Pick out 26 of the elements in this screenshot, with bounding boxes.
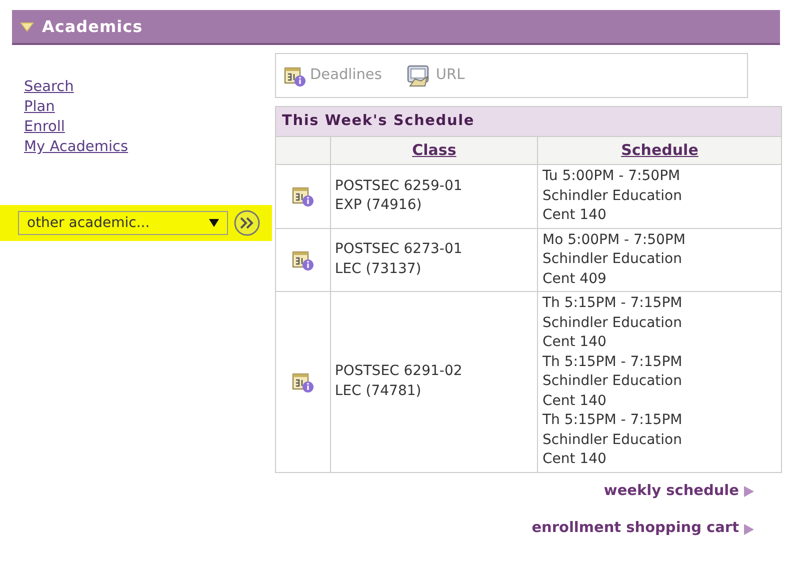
table-cell: POSTSEC 6273-01 LEC (73137) [330, 228, 538, 292]
table-cell: POSTSEC 6291-02 LEC (74781) [330, 292, 538, 472]
dropdown[interactable]: other academic... [18, 211, 228, 235]
arrow-icon [743, 522, 755, 536]
table-title: This Week's Schedule [276, 106, 782, 136]
table-cell: POSTSEC 6259-01 EXP (74916) [330, 164, 538, 228]
nav-link[interactable]: Enroll [24, 117, 65, 137]
nav-link[interactable]: Search [24, 77, 74, 97]
calendar-info-icon [292, 248, 314, 271]
calendar-info-icon [284, 64, 306, 86]
calendar-info-icon [292, 185, 314, 208]
go-button[interactable] [232, 209, 262, 237]
section-header[interactable]: Academics [12, 10, 780, 45]
calendar-info-icon [292, 370, 314, 393]
column-header[interactable]: Class [330, 136, 538, 164]
footer-link[interactable]: weekly schedule [604, 480, 755, 502]
nav-link[interactable]: My Academics [24, 137, 128, 157]
table-cell: Th 5:15PM - 7:15PM Schindler Education Cent 140 Th 5:15PM - 7:15PM Schindler Education Cent 140 Th 5:15PM - 7:15PM Schindler Education Cent 140 [538, 292, 782, 472]
arrow-icon [743, 484, 755, 498]
caret-icon [209, 219, 219, 227]
table-cell: Tu 5:00PM - 7:50PM Schindler Education Cent 140 [538, 164, 782, 228]
nav-link[interactable]: Plan [24, 97, 55, 117]
footer-link[interactable]: enrollment shopping cart [532, 518, 755, 540]
column-header[interactable]: Schedule [538, 136, 782, 164]
table-cell: Mo 5:00PM - 7:50PM Schindler Education Cent 409 [538, 228, 782, 292]
collapse-icon [20, 22, 34, 32]
